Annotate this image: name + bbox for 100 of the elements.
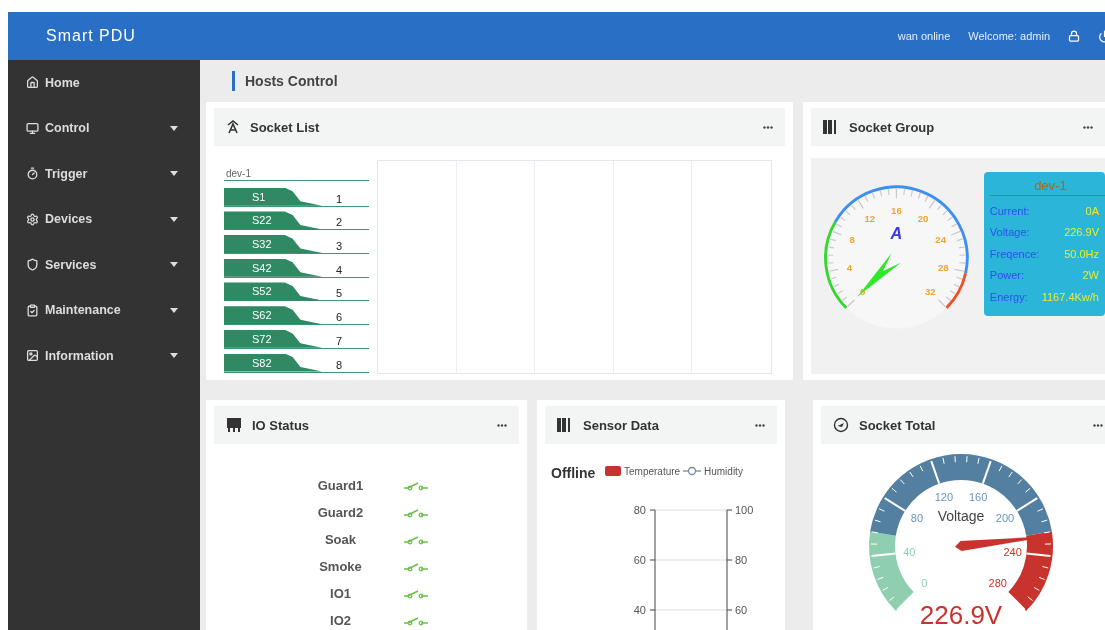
- info-value: 50.0Hz: [1064, 247, 1099, 260]
- gauge-label: 28: [938, 261, 949, 273]
- card-title: IO Status: [252, 417, 310, 433]
- switch-icon: [403, 534, 429, 545]
- gauge-label: 32: [924, 286, 936, 298]
- lock-icon[interactable]: [1068, 30, 1080, 42]
- gauge-label: 0: [859, 286, 866, 298]
- menu-label: Trigger: [45, 166, 88, 181]
- info-value: 0A: [1085, 204, 1099, 217]
- io-name: IO1: [329, 586, 352, 601]
- gauge-label: 80: [910, 512, 924, 525]
- axis-tick-label: 60: [735, 604, 748, 616]
- card-title: Socket List: [250, 119, 320, 135]
- chip-icon: [226, 417, 242, 433]
- menu-item-icon: [26, 76, 39, 90]
- bars-icon: [557, 417, 573, 433]
- sidebar-item[interactable]: Devices: [8, 196, 200, 242]
- socket-number: 7: [336, 334, 343, 348]
- socket-number: 1: [336, 192, 343, 206]
- gauge-unit: A: [890, 223, 903, 242]
- switch-icon: [403, 615, 429, 626]
- gauge-label: 0: [921, 576, 928, 589]
- sidebar-item[interactable]: Control: [8, 105, 200, 151]
- gauge-label: 8: [849, 234, 855, 246]
- info-value: 1167.4Kw/h: [1041, 290, 1099, 303]
- more-icon[interactable]: [1083, 125, 1093, 129]
- sidebar-item[interactable]: Maintenance: [8, 287, 200, 333]
- socket-number: 2: [336, 216, 343, 230]
- info-label: Power:: [989, 269, 1025, 282]
- socket-number: 8: [336, 358, 343, 372]
- gauge-label: 24: [935, 234, 946, 246]
- more-icon[interactable]: [497, 423, 507, 427]
- switch-icon: [403, 480, 429, 491]
- socket-number: 3: [336, 240, 343, 254]
- switch-icon: [403, 561, 429, 572]
- menu-item-icon: [26, 349, 39, 363]
- accent-bar: [232, 71, 235, 91]
- info-value: 2W: [1082, 269, 1099, 282]
- card-title: Sensor Data: [583, 417, 659, 433]
- gauge-label: 200: [995, 512, 1015, 525]
- gauge-title: Voltage: [937, 508, 985, 524]
- axis-tick-label: 80: [735, 554, 748, 566]
- gauge-label: 20: [917, 212, 929, 224]
- page-title: Hosts Control: [245, 73, 338, 89]
- chart-status: Offline: [551, 465, 596, 481]
- gauge-needle: [857, 253, 902, 297]
- axis-tick-label: 80: [633, 504, 646, 516]
- card-title: Socket Group: [849, 119, 935, 135]
- legend-label[interactable]: Humidity: [704, 466, 743, 477]
- info-device: dev-1: [989, 178, 1105, 196]
- gauge-label: 12: [864, 212, 876, 224]
- sidebar-item[interactable]: Information: [8, 333, 200, 379]
- sidebar-item[interactable]: Services: [8, 242, 200, 288]
- more-icon[interactable]: [1093, 423, 1103, 427]
- menu-label: Devices: [45, 212, 93, 227]
- legend-label[interactable]: Temperature: [624, 466, 681, 477]
- more-icon[interactable]: [763, 125, 773, 129]
- axis-tick-label: 40: [633, 604, 646, 616]
- gauge-label: 280: [988, 576, 1007, 589]
- gauge-label: 4: [846, 261, 853, 273]
- more-icon[interactable]: [755, 423, 765, 427]
- menu-label: Services: [45, 257, 97, 272]
- info-label: Energy:: [989, 290, 1028, 303]
- menu-label: Information: [45, 348, 114, 363]
- menu-label: Maintenance: [45, 303, 121, 318]
- menu-label: Control: [45, 121, 90, 136]
- gauge-label: 240: [1003, 545, 1022, 558]
- gauge-label: 16: [891, 204, 902, 216]
- gauge-icon: [833, 417, 849, 433]
- io-name: Guard2: [316, 505, 365, 520]
- socket-number: 5: [336, 287, 343, 301]
- info-label: Voltage:: [989, 226, 1030, 239]
- info-value: 226.9V: [1064, 226, 1099, 239]
- bars-icon: [823, 119, 839, 135]
- device-label: dev-1: [224, 160, 369, 181]
- welcome-text: Welcome: admin: [968, 30, 1050, 42]
- gauge-label: 40: [903, 545, 916, 558]
- io-name: Guard1: [316, 478, 365, 493]
- info-label: Current:: [989, 204, 1030, 217]
- app-title: Smart PDU: [46, 27, 136, 45]
- switch-icon: [403, 507, 429, 518]
- gauge-label: 120: [934, 490, 953, 503]
- menu-item-icon: [26, 258, 39, 272]
- sidebar-item[interactable]: Home: [8, 60, 200, 106]
- io-name: Soak: [323, 532, 358, 547]
- menu-item-icon: [26, 121, 39, 135]
- menu-item-icon: [26, 303, 39, 317]
- voltage-reading: 226.9V: [919, 600, 1003, 628]
- io-name: IO2: [329, 613, 352, 628]
- axis-tick-label: 60: [633, 554, 646, 566]
- connection-status: wan online: [897, 30, 951, 42]
- sidebar-item[interactable]: Trigger: [8, 151, 200, 197]
- antenna-icon: [226, 120, 240, 134]
- menu-item-icon: [26, 167, 39, 181]
- socket-number: 6: [336, 311, 343, 325]
- gauge-label: 160: [969, 490, 988, 503]
- io-name: Smoke: [318, 559, 363, 574]
- socket-number: 4: [336, 263, 343, 277]
- menu-label: Home: [45, 75, 80, 90]
- switch-icon: [403, 588, 429, 599]
